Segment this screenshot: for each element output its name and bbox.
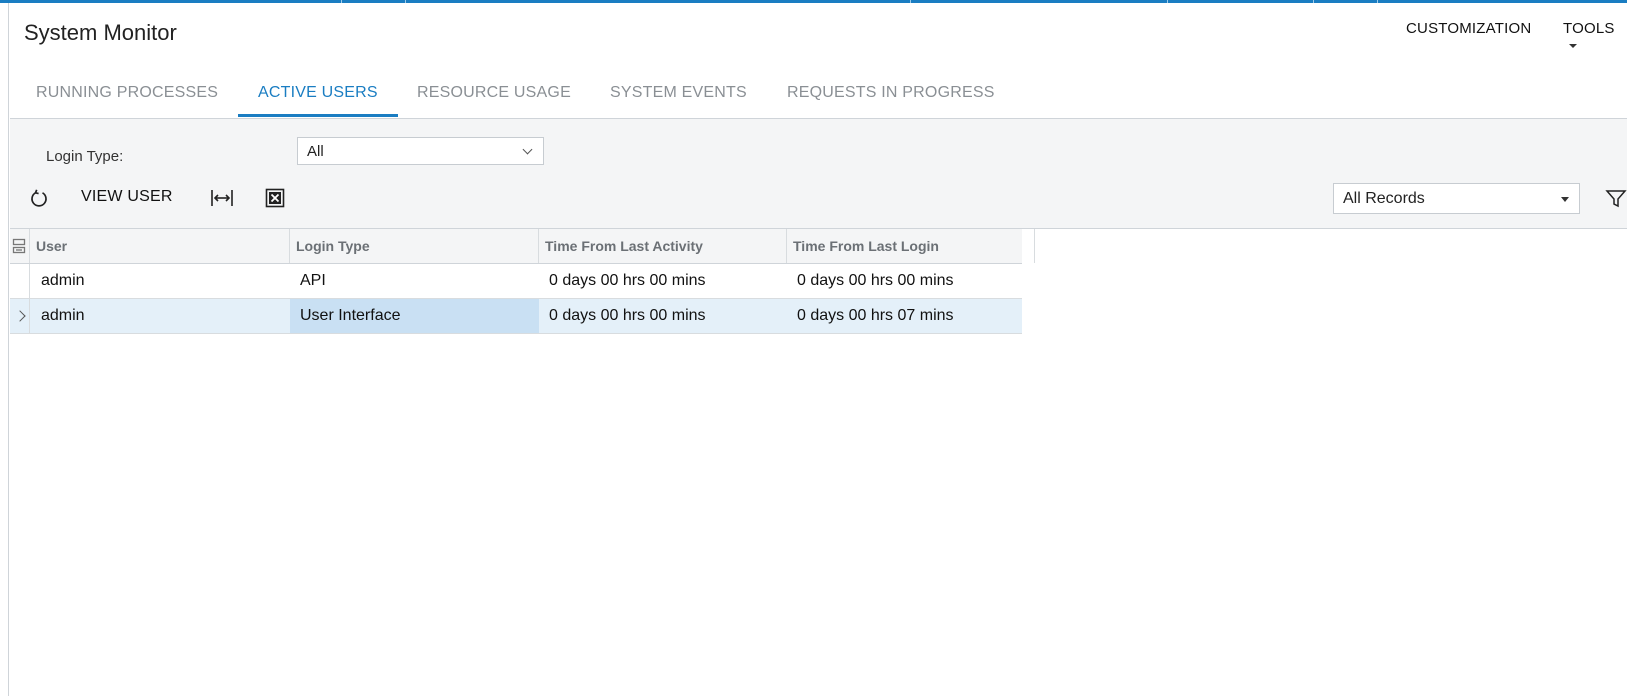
tab-label: RESOURCE USAGE <box>417 84 571 101</box>
cell-last-activity: 0 days 00 hrs 00 mins <box>549 307 706 324</box>
chevron-down-icon <box>522 144 533 155</box>
records-filter-value: All Records <box>1343 190 1425 207</box>
dropdown-arrow-icon <box>1561 197 1569 202</box>
tools-menu[interactable]: TOOLS <box>1563 20 1627 54</box>
chevron-right-icon <box>14 310 26 322</box>
fit-columns-button[interactable] <box>209 187 235 209</box>
filter-icon <box>1605 190 1627 208</box>
grid-header: User Login Type Time From Last Activity … <box>10 229 1035 264</box>
tab-resource-usage[interactable]: RESOURCE USAGE <box>417 84 571 117</box>
tab-requests-in-progress[interactable]: REQUESTS IN PROGRESS <box>787 84 995 117</box>
column-header-user[interactable]: User <box>30 229 290 263</box>
tab-system-events[interactable]: SYSTEM EVENTS <box>610 84 747 117</box>
cell-user: admin <box>41 272 85 289</box>
row-selector[interactable] <box>10 264 30 298</box>
cell-last-login: 0 days 00 hrs 00 mins <box>797 272 954 289</box>
cell-last-activity: 0 days 00 hrs 00 mins <box>549 272 706 289</box>
tab-active-users[interactable]: ACTIVE USERS <box>238 84 398 117</box>
table-row-selected[interactable]: admin User Interface 0 days 00 hrs 00 mi… <box>10 299 1022 334</box>
export-excel-icon <box>265 188 285 208</box>
filter-toolbar-panel: Login Type: All VIEW USER All Records <box>10 119 1627 229</box>
login-type-value: All <box>307 143 324 160</box>
tab-bar: RUNNING PROCESSES ACTIVE USERS RESOURCE … <box>10 80 1627 119</box>
top-accent-bar <box>0 0 1627 3</box>
tools-menu-label: TOOLS <box>1563 20 1615 37</box>
tab-label: RUNNING PROCESSES <box>36 84 219 101</box>
fit-columns-icon <box>211 190 233 206</box>
filter-button[interactable] <box>1605 189 1627 209</box>
tab-label: REQUESTS IN PROGRESS <box>787 84 995 101</box>
login-type-select[interactable]: All <box>297 137 544 165</box>
login-type-label: Login Type: <box>46 148 124 165</box>
table-row[interactable]: admin API 0 days 00 hrs 00 mins 0 days 0… <box>10 264 1022 299</box>
tab-label: ACTIVE USERS <box>258 84 378 101</box>
refresh-button[interactable] <box>28 187 50 209</box>
cell-login-type: API <box>300 272 326 289</box>
row-selector[interactable] <box>10 299 30 333</box>
page-title: System Monitor <box>24 20 177 45</box>
caret-down-icon <box>1569 44 1577 49</box>
cell-user: admin <box>41 307 85 324</box>
tab-label: SYSTEM EVENTS <box>610 84 747 101</box>
export-excel-button[interactable] <box>264 187 286 209</box>
column-header-login-type[interactable]: Login Type <box>290 229 539 263</box>
cell-login-type[interactable]: User Interface <box>290 299 539 333</box>
column-settings-icon <box>12 238 26 254</box>
column-settings-button[interactable] <box>10 229 30 263</box>
active-tab-underline <box>238 114 398 117</box>
column-header-last-activity[interactable]: Time From Last Activity <box>539 229 787 263</box>
view-user-button[interactable]: VIEW USER <box>81 188 173 206</box>
tab-running-processes[interactable]: RUNNING PROCESSES <box>36 84 218 117</box>
left-border <box>8 3 9 696</box>
column-header-last-login[interactable]: Time From Last Login <box>787 229 1035 263</box>
cell-last-login: 0 days 00 hrs 07 mins <box>797 307 954 324</box>
refresh-icon <box>31 189 47 207</box>
customization-menu[interactable]: CUSTOMIZATION <box>1406 20 1531 37</box>
records-filter-select[interactable]: All Records <box>1333 183 1580 214</box>
